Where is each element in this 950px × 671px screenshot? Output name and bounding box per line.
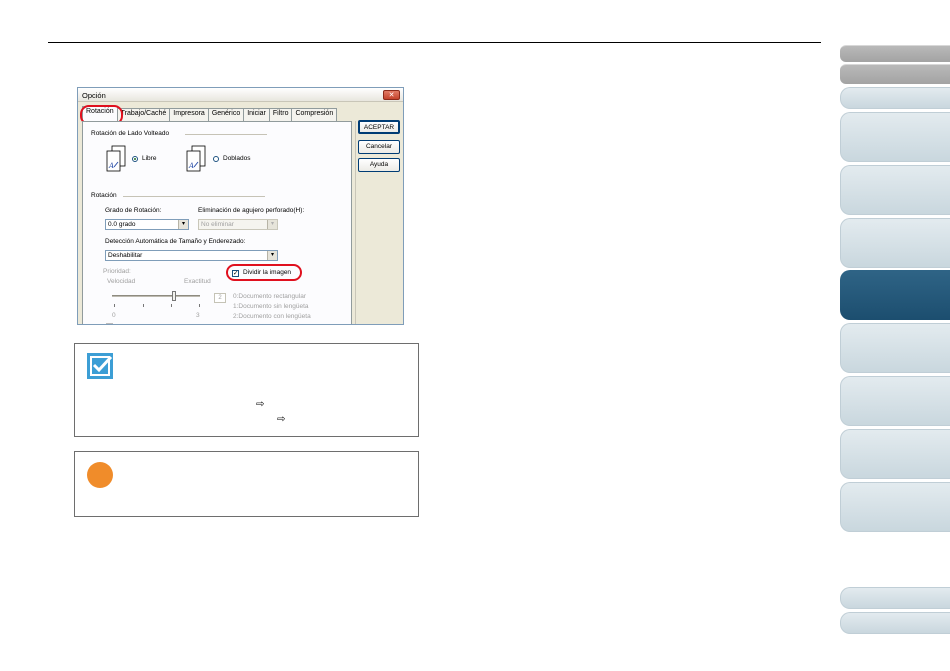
free-flip-radio[interactable]	[132, 156, 138, 162]
nav-tab-4[interactable]	[840, 112, 950, 162]
flip-group-title: Rotación de Lado Volteado	[91, 130, 170, 137]
speed-label: Velocidad	[107, 278, 136, 285]
hint-check-icon	[87, 353, 113, 379]
auto-detect-select[interactable]: Deshabilitar ▾	[105, 250, 278, 261]
chevron-down-icon[interactable]: ▾	[267, 251, 277, 260]
cut-off-checkbox	[106, 323, 113, 324]
nav-tab-9[interactable]	[840, 376, 950, 426]
folded-flip-doc-icon: A	[186, 145, 206, 172]
priority-slider-track[interactable]	[112, 295, 200, 297]
slider-tick	[114, 304, 115, 307]
rotation-group-line	[123, 196, 265, 197]
split-image-highlight	[226, 264, 302, 281]
rotation-degree-value: 0.0 grado	[108, 221, 136, 228]
free-flip-label: Libre	[142, 155, 157, 162]
nav-tab-11[interactable]	[840, 482, 950, 532]
nav-tab-6[interactable]	[840, 218, 950, 268]
close-icon[interactable]: ✕	[383, 90, 400, 100]
rotation-group-title: Rotación	[91, 192, 117, 199]
ok-button[interactable]: ACEPTAR	[358, 120, 400, 134]
help-button[interactable]: Ayuda	[358, 158, 400, 172]
nav-tab-bottom-1[interactable]	[840, 587, 950, 609]
checkmark-icon	[92, 355, 113, 373]
dialog-titlebar: Opción ✕	[78, 88, 403, 102]
chevron-down-icon[interactable]: ▾	[178, 220, 188, 229]
auto-detect-value: Deshabilitar	[108, 252, 143, 259]
hint-box: ⇨ ⇨	[74, 343, 419, 437]
top-divider	[48, 42, 821, 43]
flip-group-line	[185, 134, 267, 135]
nav-tab-10[interactable]	[840, 429, 950, 479]
nav-tab-8[interactable]	[840, 323, 950, 373]
tab-compression[interactable]: Compresión	[291, 108, 338, 121]
option-dialog: Opción ✕ Rotación Trabajo/Caché Impresor…	[77, 87, 404, 325]
cancel-button[interactable]: Cancelar	[358, 140, 400, 154]
doc-type-spinner[interactable]: 2	[214, 293, 226, 303]
reference-arrow-icon[interactable]: ⇨	[256, 399, 264, 410]
nav-tab-1[interactable]	[840, 45, 950, 62]
tab-start[interactable]: Iniciar	[243, 108, 270, 121]
tab-generic[interactable]: Genérico	[207, 108, 245, 121]
slider-max-label: 3	[196, 312, 200, 319]
punch-hole-value: No eliminar	[201, 221, 234, 228]
doc-type-option-0: 0:Documento rectangular	[233, 293, 306, 300]
tab-filter[interactable]: Filtro	[268, 108, 293, 121]
dialog-title: Opción	[82, 91, 106, 100]
slider-min-label: 0	[112, 312, 116, 319]
auto-detect-label: Detección Automática de Tamaño y Enderez…	[105, 238, 246, 245]
nav-tab-3[interactable]	[840, 87, 950, 109]
slider-tick	[171, 304, 172, 307]
tab-printer[interactable]: Impresora	[169, 108, 209, 121]
slider-tick	[143, 304, 144, 307]
nav-tab-bottom-2[interactable]	[840, 612, 950, 634]
folded-flip-radio[interactable]	[213, 156, 219, 162]
priority-slider-thumb[interactable]	[172, 291, 176, 301]
attention-box	[74, 451, 419, 517]
rotation-degree-label: Grado de Rotación:	[105, 207, 162, 214]
nav-tab-7-active[interactable]	[840, 270, 950, 320]
nav-tab-5[interactable]	[840, 165, 950, 215]
svg-text:A: A	[188, 162, 194, 170]
priority-label: Prioridad:	[103, 268, 131, 275]
accuracy-label: Exactitud	[184, 278, 211, 285]
tab-job-cache[interactable]: Trabajo/Caché	[116, 108, 171, 121]
rotation-degree-select[interactable]: 0.0 grado ▾	[105, 219, 189, 230]
punch-hole-label: Eliminación de agujero perforado(H):	[198, 207, 305, 214]
reference-arrow-icon[interactable]: ⇨	[277, 414, 285, 425]
attention-icon	[87, 462, 113, 488]
chevron-down-icon[interactable]: ▾	[267, 220, 277, 229]
slider-tick	[199, 304, 200, 307]
punch-hole-select[interactable]: No eliminar ▾	[198, 219, 278, 230]
free-flip-doc-icon: A	[106, 145, 126, 172]
folded-flip-label: Doblados	[223, 155, 251, 162]
svg-text:A: A	[108, 162, 114, 170]
doc-type-option-2: 2:Documento con lengüeta	[233, 313, 311, 320]
doc-type-option-1: 1:Documento sin lengüeta	[233, 303, 309, 310]
